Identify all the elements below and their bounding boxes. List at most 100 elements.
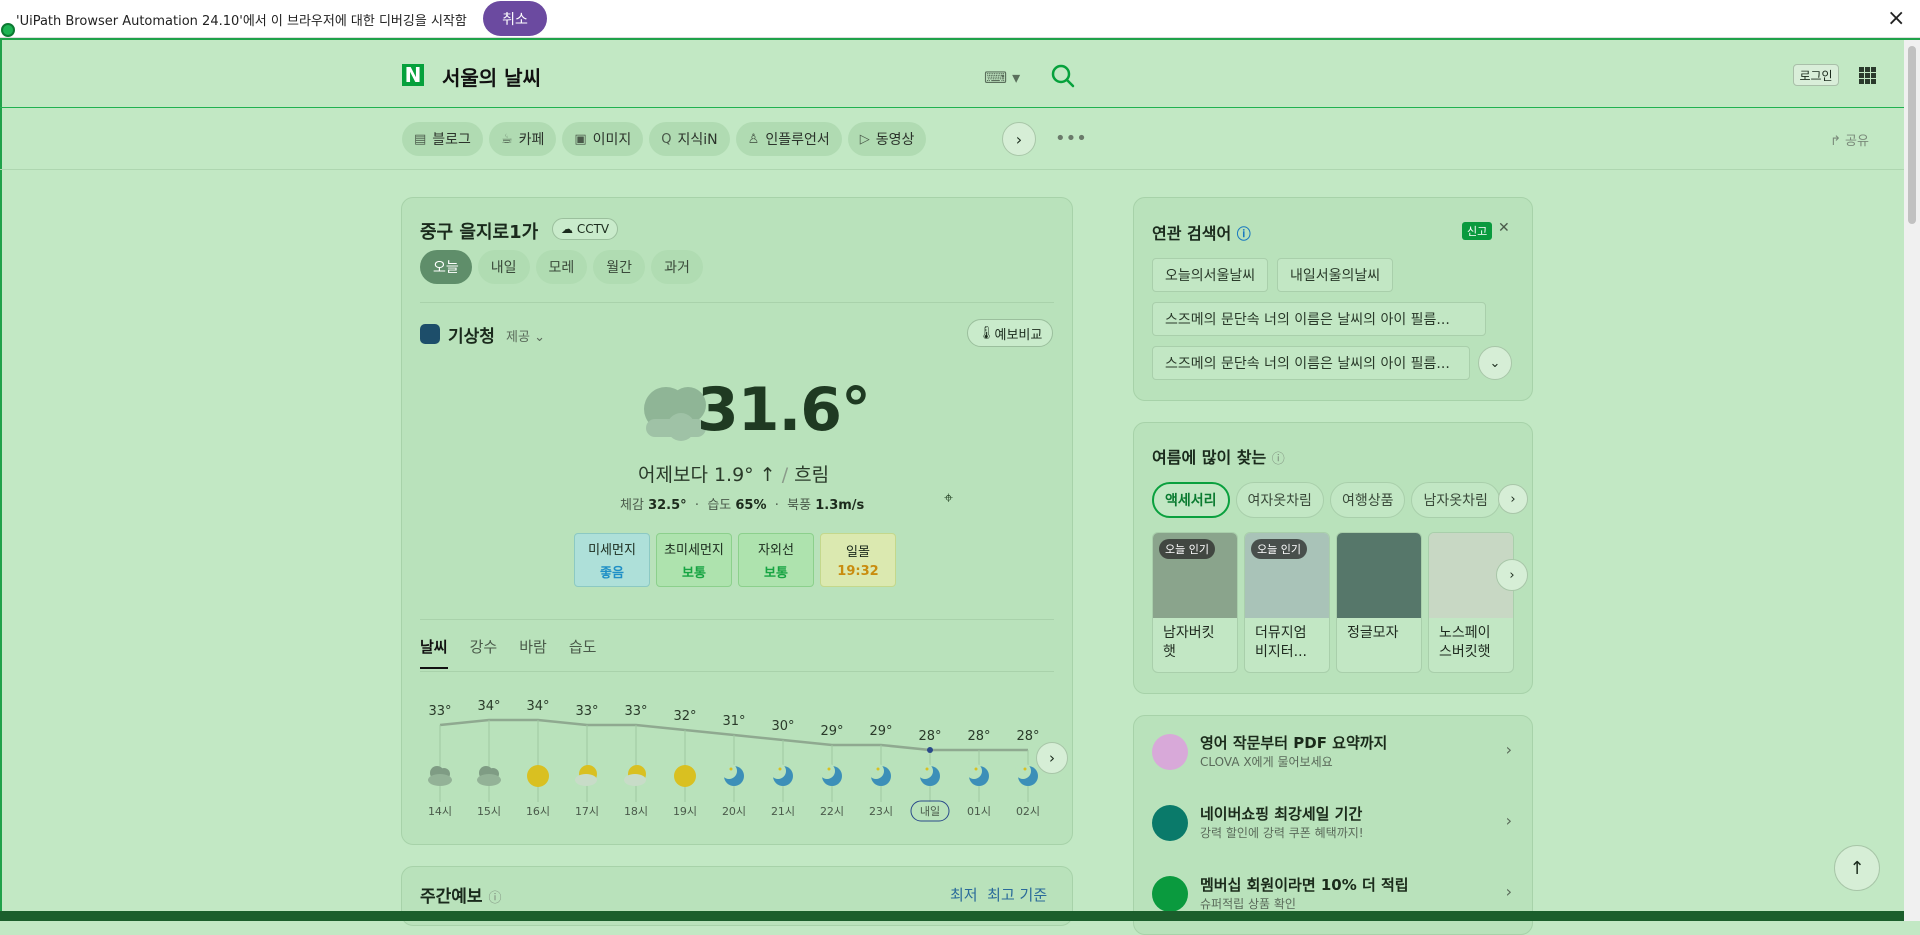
day-tab[interactable]: 내일 <box>477 250 530 284</box>
chevron-right-icon: › <box>1505 882 1512 901</box>
promo-title: 네이버쇼핑 최강세일 기간 <box>1200 805 1363 823</box>
hour-temp: 33° <box>428 704 451 719</box>
related-title: 연관 검색어 ⓘ <box>1152 224 1251 243</box>
tab-video[interactable]: ▷ 동영상 <box>847 122 927 156</box>
hour-temp: 28° <box>918 729 941 744</box>
help-icon: ⓘ <box>1236 227 1251 243</box>
search-tabs: ▤ 블로그 ☕ 카페 ▣ 이미지 Q 지식iN ♙ 인플루언서 ▷ 동영상 <box>402 122 927 156</box>
naver-logo[interactable]: N <box>402 63 424 87</box>
close-icon[interactable]: × <box>1887 6 1905 31</box>
hour-time: 16시 <box>526 805 550 818</box>
keyboard-icon[interactable]: ⌨ ▾ <box>984 68 1020 87</box>
compare-label: 예보비교 <box>994 327 1043 343</box>
hourly-next-button[interactable]: › <box>1036 742 1068 774</box>
temp-diff: 1.9° ↑ <box>713 464 776 486</box>
category-chip[interactable]: 여행상품 <box>1329 482 1406 518</box>
hour-temp: 28° <box>1016 729 1039 744</box>
cancel-debug-button[interactable]: 취소 <box>483 1 547 36</box>
detail-tab[interactable]: 날씨 <box>420 636 448 669</box>
air-chip[interactable]: 일몰 19:32 <box>820 533 896 587</box>
chevron-down-icon: ⌄ <box>534 330 545 345</box>
tab-influencer[interactable]: ♙ 인플루언서 <box>735 122 842 156</box>
weekly-sort[interactable]: 최저 최고 기준 <box>950 884 1047 905</box>
tab-cafe[interactable]: ☕ 카페 <box>488 122 557 156</box>
promo-logo-icon <box>1152 805 1188 841</box>
tabs-next-button[interactable]: › <box>1002 122 1036 156</box>
influencer-icon: ♙ <box>747 131 760 147</box>
category-chip[interactable]: 남자옷차림 <box>1411 482 1500 518</box>
location-name[interactable]: 중구 을지로1가 <box>420 218 538 244</box>
products-next-button[interactable]: › <box>1496 559 1528 591</box>
product-list: 오늘 인기 남자버킷햇 오늘 인기 더뮤지엄비지터... 정글모자 노스페이스버킷햇 <box>1152 532 1514 673</box>
category-chip[interactable]: 여자옷차림 <box>1235 482 1324 518</box>
weekly-title: 주간예보 ⓘ <box>420 887 502 907</box>
provider-suffix[interactable]: 제공 ⌄ <box>506 326 545 345</box>
login-button[interactable]: 로그인 <box>1793 64 1839 86</box>
hour-time: 22시 <box>820 805 844 818</box>
search-icon[interactable] <box>1050 63 1076 93</box>
air-chip[interactable]: 미세먼지 좋음 <box>574 533 650 587</box>
detail-tab[interactable]: 바람 <box>519 636 547 669</box>
product-item[interactable]: 노스페이스버킷햇 <box>1428 532 1514 673</box>
air-chip[interactable]: 초미세먼지 보통 <box>656 533 732 587</box>
product-item[interactable]: 정글모자 <box>1336 532 1422 673</box>
promo-title: 멤버십 회원이라면 10% 더 적립 <box>1200 876 1409 894</box>
related-keyword[interactable]: 스즈메의 문단속 너의 이름은 날씨의 아이 필름... <box>1152 346 1470 380</box>
tab-label: 인플루언서 <box>765 132 830 148</box>
detail-tab[interactable]: 습도 <box>569 636 597 669</box>
more-icon[interactable]: ••• <box>1055 128 1087 149</box>
product-item[interactable]: 오늘 인기 더뮤지엄비지터... <box>1244 532 1330 673</box>
weather-details: 체감 32.5° · 습도 65% · 북풍 1.3m/s <box>620 498 865 513</box>
related-keyword[interactable]: 내일서울의날씨 <box>1277 258 1394 292</box>
scrollbar-thumb[interactable] <box>1908 46 1916 224</box>
air-chip[interactable]: 자외선 보통 <box>738 533 814 587</box>
hour-temp: 29° <box>869 724 892 739</box>
day-tab[interactable]: 모레 <box>535 250 588 284</box>
expand-chevron-icon[interactable]: ⌄ <box>1478 346 1512 380</box>
hour-time: 21시 <box>771 805 795 818</box>
report-button[interactable]: 신고 <box>1462 222 1493 240</box>
hour-temp: 28° <box>967 729 990 744</box>
tab-label: 카페 <box>518 132 545 148</box>
hour-time: 14시 <box>428 805 452 818</box>
hour-temp: 31° <box>722 714 745 729</box>
chip-value: 19:32 <box>837 564 879 579</box>
categories-next-button[interactable]: › <box>1498 484 1528 514</box>
page-title[interactable]: 서울의 날씨 <box>442 62 541 91</box>
scrollbar[interactable] <box>1904 40 1920 921</box>
promo-item[interactable]: 멤버십 회원이라면 10% 더 적립 슈퍼적립 상품 확인 › <box>1152 870 1512 930</box>
chip-label: 미세먼지 <box>588 543 636 558</box>
day-tab[interactable]: 월간 <box>593 250 646 284</box>
chip-label: 초미세먼지 <box>664 543 724 558</box>
tab-kin[interactable]: Q 지식iN <box>649 122 730 156</box>
detail-tabs: 날씨 강수 바람 습도 <box>420 636 596 669</box>
cafe-icon: ☕ <box>500 131 513 147</box>
hour-temp: 29° <box>820 724 843 739</box>
scroll-top-button[interactable]: ↑ <box>1834 845 1880 891</box>
apps-grid-icon[interactable] <box>1859 67 1876 84</box>
share-button[interactable]: ↱ 공유 <box>1830 130 1869 149</box>
forecast-compare-button[interactable]: 🌡 예보비교 <box>967 319 1054 347</box>
category-chip[interactable]: 액세서리 <box>1152 482 1230 518</box>
tab-image[interactable]: ▣ 이미지 <box>562 122 644 156</box>
related-keyword[interactable]: 오늘의서울날씨 <box>1152 258 1269 292</box>
tab-label: 지식iN <box>677 132 718 148</box>
promo-item[interactable]: 영어 작문부터 PDF 요약까지 CLOVA X에게 물어보세요 › <box>1152 728 1512 788</box>
hour-time: 15시 <box>477 805 501 818</box>
provider-name[interactable]: 기상청 <box>448 322 495 347</box>
cctv-button[interactable]: ☁ CCTV <box>552 218 619 240</box>
kin-icon: Q <box>661 131 672 147</box>
day-tab[interactable]: 오늘 <box>420 250 472 284</box>
product-item[interactable]: 오늘 인기 남자버킷햇 <box>1152 532 1238 673</box>
info-icon: ⓘ <box>1271 452 1285 467</box>
product-name: 남자버킷햇 <box>1163 625 1215 660</box>
sun-cloud-icon <box>624 765 646 786</box>
close-icon[interactable]: ✕ <box>1498 220 1510 236</box>
tab-blog[interactable]: ▤ 블로그 <box>402 122 483 156</box>
day-tab[interactable]: 과거 <box>651 250 703 284</box>
promo-item[interactable]: 네이버쇼핑 최강세일 기간 강력 할인에 강력 쿠폰 혜택까지! › <box>1152 799 1512 859</box>
promo-subtitle: 강력 할인에 강력 쿠폰 혜택까지! <box>1200 826 1364 840</box>
detail-tab[interactable]: 강수 <box>470 636 498 669</box>
related-keyword[interactable]: 스즈메의 문단속 너의 이름은 날씨의 아이 필름... <box>1152 302 1486 336</box>
product-image: 오늘 인기 <box>1245 533 1329 618</box>
